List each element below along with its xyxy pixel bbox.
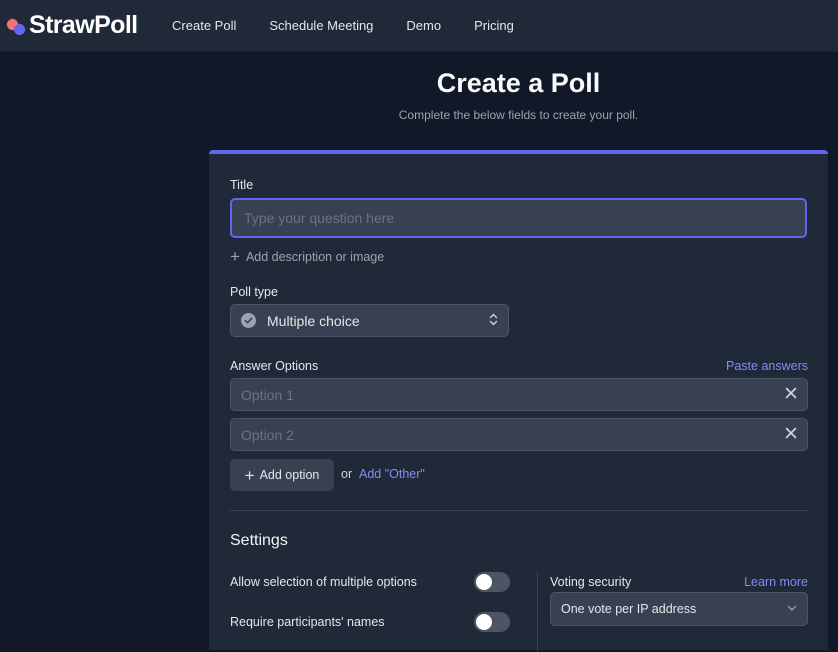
multiple-options-toggle[interactable] — [474, 572, 510, 592]
chevron-down-icon — [787, 604, 797, 615]
poll-type-select[interactable]: Multiple choice — [230, 304, 509, 337]
or-text: or — [341, 467, 352, 481]
settings-column-divider — [537, 572, 538, 652]
nav-pricing[interactable]: Pricing — [474, 18, 514, 33]
option-1-input[interactable] — [241, 387, 785, 403]
add-other-link[interactable]: Add "Other" — [359, 467, 425, 481]
nav-schedule-meeting[interactable]: Schedule Meeting — [269, 18, 373, 33]
answer-options-label: Answer Options — [230, 359, 318, 373]
title-input[interactable] — [230, 198, 807, 238]
toggle-knob — [476, 574, 492, 590]
page-title: Create a Poll — [209, 68, 828, 99]
setting-require-names: Require participants' names — [230, 612, 510, 632]
learn-more-link[interactable]: Learn more — [744, 575, 808, 589]
up-down-chevron-icon — [489, 313, 498, 328]
answer-option-row — [230, 378, 808, 411]
paste-answers-link[interactable]: Paste answers — [726, 359, 808, 373]
answer-option-row — [230, 418, 808, 451]
nav-create-poll[interactable]: Create Poll — [172, 18, 236, 33]
plus-icon: + — [245, 467, 255, 484]
poll-type-value: Multiple choice — [267, 313, 489, 329]
settings-heading: Settings — [230, 532, 288, 550]
toggle-knob — [476, 614, 492, 630]
check-circle-icon — [241, 313, 256, 328]
setting-require-names-label: Require participants' names — [230, 615, 385, 629]
setting-multiple-options: Allow selection of multiple options — [230, 572, 510, 592]
voting-security-value: One vote per IP address — [561, 602, 787, 616]
title-label: Title — [230, 178, 253, 192]
section-divider — [230, 510, 808, 511]
add-description-link[interactable]: + Add description or image — [230, 248, 384, 265]
plus-icon: + — [230, 248, 240, 265]
voting-security-label: Voting security — [550, 575, 631, 589]
poll-type-label: Poll type — [230, 285, 278, 299]
setting-multiple-options-label: Allow selection of multiple options — [230, 575, 417, 589]
create-poll-form: Title + Add description or image Poll ty… — [209, 150, 828, 650]
strawpoll-logo-icon — [6, 15, 28, 37]
top-navigation-bar: StrawPoll Create Poll Schedule Meeting D… — [0, 0, 838, 52]
nav-demo[interactable]: Demo — [406, 18, 441, 33]
remove-option-1-close-icon[interactable] — [785, 387, 797, 403]
brand-name: StrawPoll — [29, 11, 138, 40]
add-description-label: Add description or image — [246, 250, 384, 264]
voting-security-select[interactable]: One vote per IP address — [550, 592, 808, 626]
add-option-label: Add option — [260, 468, 320, 482]
add-option-button[interactable]: + Add option — [230, 459, 334, 491]
remove-option-2-close-icon[interactable] — [785, 427, 797, 443]
require-names-toggle[interactable] — [474, 612, 510, 632]
page-content: Create a Poll Complete the below fields … — [0, 52, 838, 639]
option-2-input[interactable] — [241, 427, 785, 443]
page-subtitle: Complete the below fields to create your… — [209, 108, 828, 122]
brand-logo[interactable]: StrawPoll — [6, 11, 138, 40]
